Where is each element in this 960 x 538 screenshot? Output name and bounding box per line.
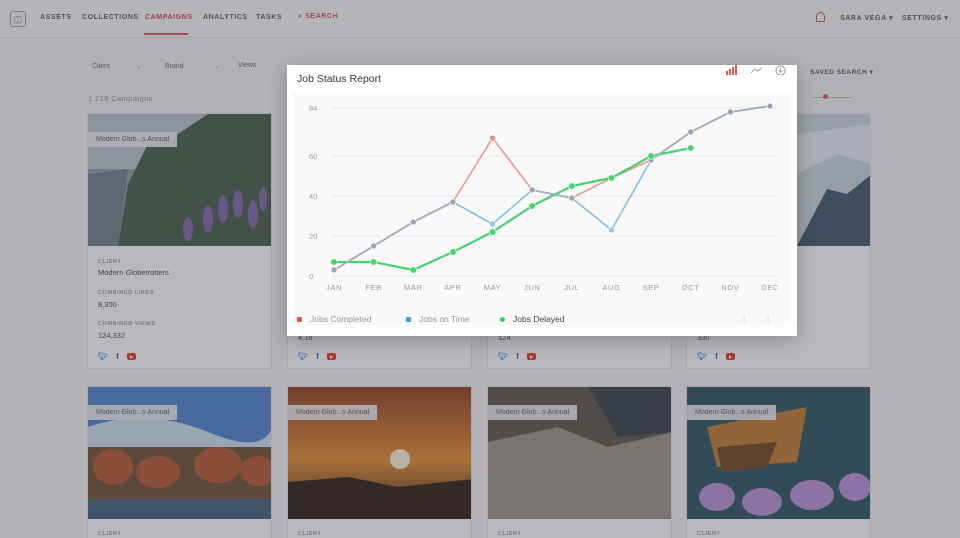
x-tick-label: FEB: [365, 283, 381, 292]
x-tick-label: SEP: [643, 283, 660, 292]
x-tick-label: MAR: [404, 283, 422, 292]
overlap-segment: [333, 245, 375, 271]
x-tick-label: APR: [444, 283, 461, 292]
x-tick-label: JAN: [326, 283, 342, 292]
data-point: [727, 108, 734, 116]
overlap-segment: [412, 201, 454, 223]
data-point: [766, 102, 774, 110]
data-point: [687, 128, 695, 136]
overlap-segment: [373, 221, 414, 247]
x-tick-label: MAY: [484, 283, 502, 292]
data-point: [449, 198, 457, 206]
data-point: [489, 134, 496, 142]
overlap-segment: [690, 111, 731, 133]
y-tick-label: 20: [309, 232, 317, 241]
data-point: [330, 266, 338, 274]
data-point: [330, 258, 338, 266]
data-point: [607, 174, 616, 182]
data-point: [528, 186, 536, 194]
legend-swatch: [297, 316, 302, 322]
y-tick-label: 84: [309, 104, 317, 113]
bar-chart-icon[interactable]: [725, 65, 737, 75]
x-tick-label: DEC: [761, 283, 779, 292]
overlap-segment: [730, 105, 771, 113]
data-point: [528, 202, 536, 210]
x-tick-label: NOV: [721, 283, 739, 292]
series-line-jobs-completed: [333, 105, 771, 271]
legend-label: Jobs Delayed: [513, 314, 565, 324]
legend-label: Jobs on Time: [419, 314, 470, 324]
download-icon[interactable]: [775, 65, 787, 75]
data-point: [608, 226, 615, 234]
line-chart-icon[interactable]: [750, 65, 762, 75]
job-status-modal: Job Status Report 0 20 40 60 84 JAN FEB MAR APR M…: [287, 65, 797, 336]
data-point: [370, 242, 377, 250]
data-point: [449, 248, 457, 256]
data-point: [647, 152, 655, 160]
data-point: [489, 220, 496, 228]
y-tick-label: 40: [309, 192, 317, 201]
data-point: [370, 258, 378, 266]
x-tick-label: JUL: [564, 283, 579, 292]
toolbar-divider: |: [767, 314, 770, 323]
legend-swatch: [406, 316, 411, 322]
x-tick-label: AUG: [602, 283, 620, 292]
legend-label: Jobs Completed: [310, 314, 372, 324]
legend-item-delayed[interactable]: Jobs Delayed: [500, 314, 565, 324]
data-point: [488, 228, 497, 236]
series-line-jobs-on-time: [333, 105, 771, 271]
legend-item-completed[interactable]: Jobs Completed: [297, 314, 371, 324]
job-status-chart: 0 20 40 60 84 JAN FEB MAR APR MAY JUN JUL AUG SEP OCT N…: [309, 102, 779, 292]
legend-item-on-time[interactable]: Jobs on Time: [406, 314, 470, 324]
legend-swatch: [500, 316, 505, 322]
y-tick-label: 0: [309, 272, 313, 281]
data-point: [687, 144, 695, 152]
x-tick-label: OCT: [682, 283, 700, 292]
data-point: [409, 266, 417, 274]
data-point: [409, 218, 417, 226]
y-tick-label: 60: [309, 152, 317, 161]
data-point: [568, 182, 576, 190]
toolbar-divider: |: [743, 314, 746, 323]
x-tick-label: JUN: [524, 283, 540, 292]
data-point: [568, 194, 576, 202]
